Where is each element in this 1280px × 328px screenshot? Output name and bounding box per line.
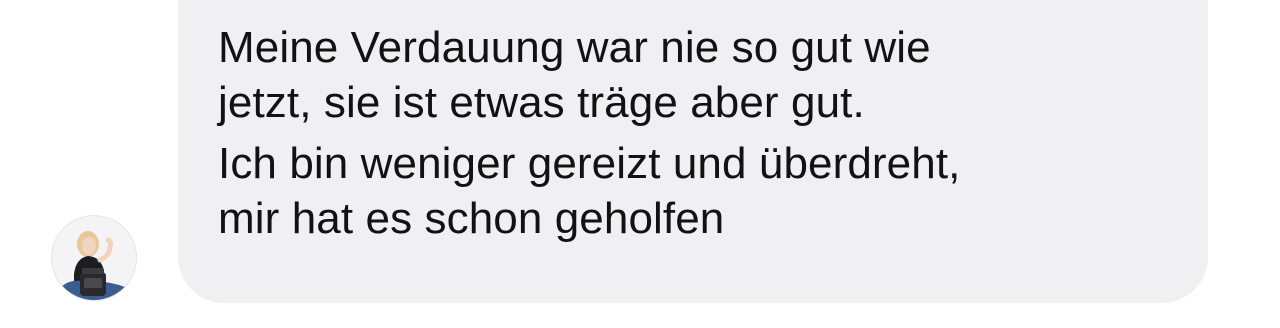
user-photo-icon — [52, 216, 136, 300]
message-line: Ich bin weniger gereizt und überdreht, — [218, 139, 961, 188]
message-bubble[interactable]: Meine Verdauung war nie so gut wie jetzt… — [178, 0, 1208, 303]
message-line: Meine Verdauung war nie so gut wie — [218, 23, 931, 72]
message-line: mir hat es schon geholfen — [218, 194, 725, 243]
message-paragraph-1: Meine Verdauung war nie so gut wie jetzt… — [218, 20, 1168, 130]
chat-message-row: Meine Verdauung war nie so gut wie jetzt… — [0, 0, 1280, 328]
message-line: jetzt, sie ist etwas träge aber gut. — [218, 78, 865, 127]
avatar[interactable] — [52, 216, 136, 300]
message-paragraph-2: Ich bin weniger gereizt und überdreht, m… — [218, 136, 1168, 246]
